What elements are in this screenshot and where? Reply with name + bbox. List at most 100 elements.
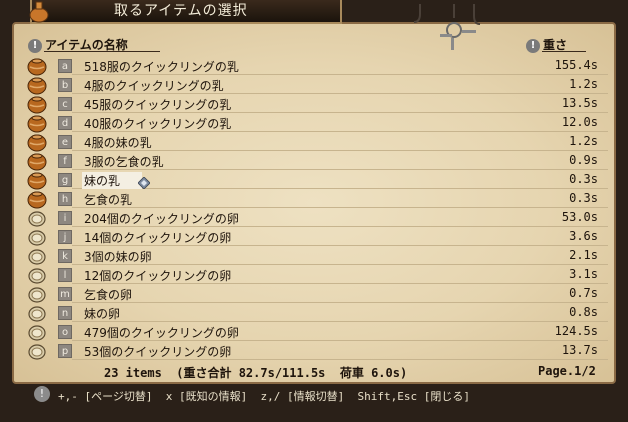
header-underline [542, 51, 586, 52]
item-key[interactable]: l [58, 268, 72, 282]
item-key[interactable]: k [58, 249, 72, 263]
egg-icon [26, 323, 48, 342]
item-weight: 3.1s [569, 267, 598, 281]
item-row[interactable]: h 乞食の乳 0.3s [0, 190, 628, 209]
jar-icon [26, 114, 48, 133]
item-row[interactable]: m 乞食の卵 0.7s [0, 285, 628, 304]
row-divider [72, 207, 608, 208]
item-key[interactable]: b [58, 78, 72, 92]
item-weight: 53.0s [561, 210, 598, 224]
item-row[interactable]: a 518服のクイックリングの乳 155.4s [0, 57, 628, 76]
row-divider [72, 321, 608, 322]
row-divider [72, 188, 608, 189]
help-bar: ! +,- [ページ切替] x [既知の情報] z,/ [情報切替] Shift… [0, 384, 628, 422]
row-divider [72, 150, 608, 151]
item-name: 45服のクイックリングの乳 [84, 98, 232, 112]
item-name: 乞食の卵 [84, 288, 133, 302]
item-key[interactable]: h [58, 192, 72, 206]
help-text: +,- [ページ切替] x [既知の情報] z,/ [情報切替] Shift,E… [58, 390, 470, 403]
item-weight: 0.7s [569, 286, 598, 300]
item-key[interactable]: n [58, 306, 72, 320]
egg-icon [26, 266, 48, 285]
item-key[interactable]: i [58, 211, 72, 225]
item-key[interactable]: d [58, 116, 72, 130]
item-weight: 0.9s [569, 153, 598, 167]
item-row[interactable]: e 4服の妹の乳 1.2s [0, 133, 628, 152]
item-name: 4服の妹の乳 [84, 136, 152, 150]
item-row[interactable]: n 妹の卵 0.8s [0, 304, 628, 323]
summary-text: 23 items (重さ合計 82.7s/111.5s 荷車 6.0s) [104, 366, 408, 380]
item-name: 479個のクイックリングの卵 [84, 326, 239, 340]
egg-icon [26, 342, 48, 361]
item-pickup-window: 取るアイテムの選択 ! アイテムの名称 ! 重さ a 518服のクイックリングの乳 15… [0, 0, 628, 422]
item-name: 53個のクイックリングの卵 [84, 345, 232, 359]
jar-icon [26, 171, 48, 190]
column-header-weight: ! 重さ [526, 36, 567, 53]
keys-hook-icon [413, 4, 481, 50]
jar-icon [26, 76, 48, 95]
info-icon: ! [526, 38, 540, 53]
egg-icon [26, 209, 48, 228]
egg-icon [26, 304, 48, 323]
item-weight: 0.8s [569, 305, 598, 319]
item-name: 12個のクイックリングの卵 [84, 269, 232, 283]
item-key[interactable]: p [58, 344, 72, 358]
item-row[interactable]: k 3個の妹の卵 2.1s [0, 247, 628, 266]
item-weight: 12.0s [561, 115, 598, 129]
jar-icon [26, 190, 48, 209]
item-name: 204個のクイックリングの卵 [84, 212, 239, 226]
item-name: 3個の妹の卵 [84, 250, 152, 264]
row-divider [72, 264, 608, 265]
header-underline [44, 51, 160, 52]
item-weight: 13.7s [561, 343, 598, 357]
item-key[interactable]: g [58, 173, 72, 187]
item-key[interactable]: o [58, 325, 72, 339]
item-key[interactable]: f [58, 154, 72, 168]
item-name: 妹の乳 [82, 172, 143, 189]
item-row[interactable]: c 45服のクイックリングの乳 13.5s [0, 95, 628, 114]
item-row[interactable]: j 14個のクイックリングの卵 3.6s [0, 228, 628, 247]
info-icon: ! [28, 38, 42, 53]
item-weight: 13.5s [561, 96, 598, 110]
jar-icon [26, 133, 48, 152]
item-name: 40服のクイックリングの乳 [84, 117, 232, 131]
pouch-icon [29, 1, 49, 23]
item-key[interactable]: j [58, 230, 72, 244]
item-row[interactable]: o 479個のクイックリングの卵 124.5s [0, 323, 628, 342]
page-indicator: Page.1/2 [538, 364, 596, 378]
item-row[interactable]: g 妹の乳 0.3s [0, 171, 628, 190]
item-row[interactable]: f 3服の乞食の乳 0.9s [0, 152, 628, 171]
item-name: 妹の卵 [84, 307, 121, 321]
egg-icon [26, 247, 48, 266]
item-key[interactable]: e [58, 135, 72, 149]
item-key[interactable]: a [58, 59, 72, 73]
jar-icon [26, 152, 48, 171]
row-divider [72, 302, 608, 303]
item-weight: 0.3s [569, 172, 598, 186]
item-weight: 0.3s [569, 191, 598, 205]
jar-icon [26, 95, 48, 114]
egg-icon [26, 285, 48, 304]
item-weight: 2.1s [569, 248, 598, 262]
item-name: 乞食の乳 [84, 193, 133, 207]
item-name: 4服のクイックリングの乳 [84, 79, 224, 93]
item-row[interactable]: p 53個のクイックリングの卵 13.7s [0, 342, 628, 361]
item-row[interactable]: i 204個のクイックリングの卵 53.0s [0, 209, 628, 228]
item-row[interactable]: d 40服のクイックリングの乳 12.0s [0, 114, 628, 133]
item-name: 3服の乞食の乳 [84, 155, 164, 169]
item-name: 14個のクイックリングの卵 [84, 231, 232, 245]
item-weight: 3.6s [569, 229, 598, 243]
jar-icon [26, 57, 48, 76]
cursor-diamond-icon [137, 174, 151, 190]
item-row[interactable]: b 4服のクイックリングの乳 1.2s [0, 76, 628, 95]
item-key[interactable]: c [58, 97, 72, 111]
item-row[interactable]: l 12個のクイックリングの卵 3.1s [0, 266, 628, 285]
help-icon: ! [34, 386, 50, 402]
column-header-name: ! アイテムの名称 [28, 36, 128, 53]
window-title: 取るアイテムの選択 [114, 3, 248, 19]
item-weight: 155.4s [554, 58, 598, 72]
item-key[interactable]: m [58, 287, 72, 301]
item-name: 518服のクイックリングの乳 [84, 60, 239, 74]
item-weight: 1.2s [569, 134, 598, 148]
egg-icon [26, 228, 48, 247]
